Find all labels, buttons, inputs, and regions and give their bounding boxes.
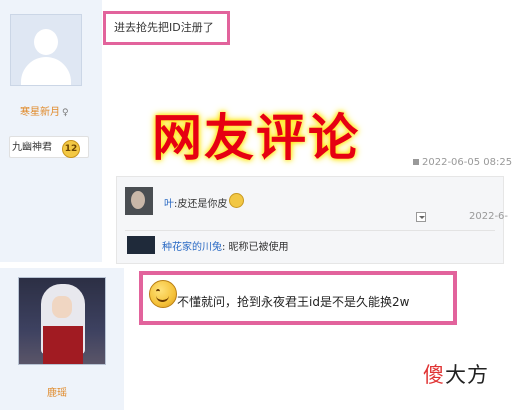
reply-date: 2022-6- [469, 211, 509, 222]
username[interactable]: 鹿瑶 [47, 384, 67, 399]
reply-item: 种花家的川兔: 昵称已被使用 [127, 236, 497, 256]
post-text: 进去抢先把ID注册了 [114, 21, 214, 34]
medal-label: 九幽神君 [12, 142, 52, 153]
reply-item: 叶:皮还是你皮 [125, 187, 495, 221]
reply-text: 种花家的川兔: 昵称已被使用 [162, 242, 289, 253]
reply-text: 叶:皮还是你皮 [164, 192, 245, 212]
post-status-icon [413, 159, 419, 165]
reply-options-dropdown[interactable] [416, 212, 426, 222]
post-date: 2022-06-05 08:25 [413, 157, 512, 168]
reply-username[interactable]: 叶 [164, 199, 174, 210]
headline-overlay: 网友评论 [152, 109, 360, 167]
level-badge-icon: 12 [62, 140, 80, 158]
avatar[interactable] [10, 14, 82, 86]
smiley-icon [149, 280, 177, 308]
post-content-highlight: 不懂就问，抢到永夜君王id是不是久能换2w [139, 271, 457, 325]
reply-avatar[interactable] [127, 236, 155, 254]
avatar[interactable] [18, 277, 106, 365]
watermark-logo: 傻大方 [423, 363, 489, 387]
username[interactable]: 寒星新月 ♀ [20, 103, 69, 118]
post-text: 不懂就问，抢到永夜君王id是不是久能换2w [177, 295, 410, 309]
reply-username[interactable]: 种花家的川兔 [162, 242, 222, 253]
gender-icon: ♀ [62, 108, 69, 118]
post-content-highlight: 进去抢先把ID注册了 [103, 11, 230, 45]
user-medal-badge[interactable]: 九幽神君 12 [9, 136, 89, 158]
reply-avatar[interactable] [125, 187, 153, 215]
divider [125, 230, 495, 231]
smiley-icon [229, 192, 245, 208]
